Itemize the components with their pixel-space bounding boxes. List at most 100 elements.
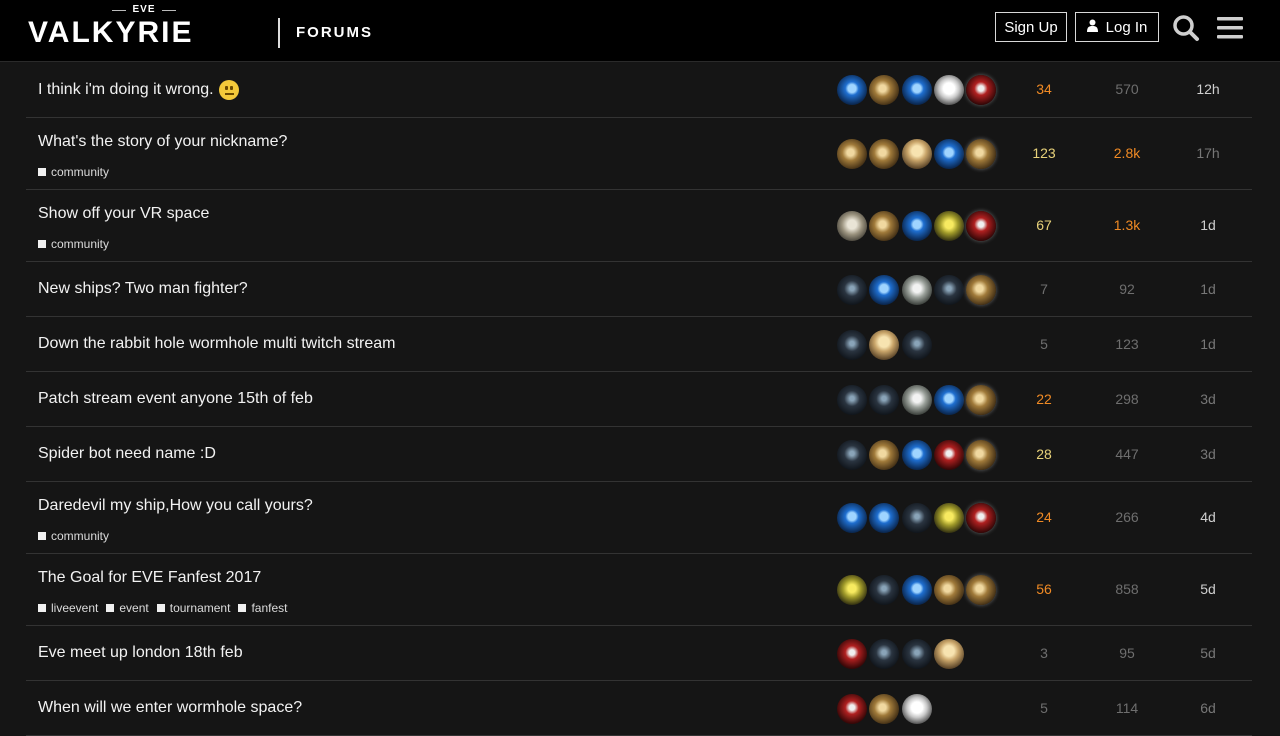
last-activity[interactable]: 1d <box>1178 281 1238 297</box>
poster-avatar[interactable] <box>933 274 964 305</box>
topic-title-link[interactable]: Spider bot need name :D <box>38 445 216 463</box>
tag-fanfest[interactable]: fanfest <box>238 601 287 615</box>
poster-avatar[interactable] <box>901 384 932 415</box>
poster-avatar[interactable] <box>901 274 932 305</box>
last-activity[interactable]: 5d <box>1178 645 1238 661</box>
tag-community[interactable]: community <box>38 529 109 543</box>
topic-row[interactable]: When will we enter wormhole space? 5 114 6d <box>26 681 1252 736</box>
poster-avatar[interactable] <box>933 139 964 169</box>
poster-avatar[interactable] <box>901 211 932 241</box>
poster-avatar[interactable] <box>966 503 997 533</box>
poster-avatar[interactable] <box>837 274 867 305</box>
poster-avatar[interactable] <box>933 638 964 669</box>
poster-avatar[interactable] <box>837 211 867 241</box>
topic-row[interactable]: Daredevil my ship,How you call yours? com… <box>26 482 1252 554</box>
menu-icon[interactable] <box>1216 15 1244 41</box>
poster-avatar[interactable] <box>966 75 997 105</box>
topic-title-link[interactable]: What's the story of your nickname? <box>38 133 287 151</box>
poster-avatar[interactable] <box>901 503 932 533</box>
poster-avatar[interactable] <box>901 439 932 470</box>
last-activity[interactable]: 4d <box>1178 509 1238 525</box>
poster-avatar[interactable] <box>837 638 867 669</box>
topic-title-link[interactable]: The Goal for EVE Fanfest 2017 <box>38 569 261 587</box>
poster-avatar[interactable] <box>933 439 964 470</box>
poster-avatar[interactable] <box>869 439 900 470</box>
tag-tournament[interactable]: tournament <box>156 601 231 615</box>
topic-row[interactable]: New ships? Two man fighter? 7 92 1d <box>26 262 1252 317</box>
poster-avatar[interactable] <box>901 329 932 360</box>
sign-up-button[interactable]: Sign Up <box>995 12 1067 42</box>
tag-community[interactable]: community <box>38 165 109 179</box>
logo-forums-text[interactable]: FORUMS <box>296 24 373 41</box>
poster-avatar[interactable] <box>901 139 932 169</box>
last-activity[interactable]: 12h <box>1178 81 1238 97</box>
poster-avatar[interactable] <box>966 439 997 470</box>
last-activity[interactable]: 6d <box>1178 700 1238 716</box>
poster-avatar[interactable] <box>933 75 964 105</box>
poster-avatar[interactable] <box>966 139 997 169</box>
poster-avatar[interactable] <box>837 329 867 360</box>
poster-avatar[interactable] <box>869 693 900 724</box>
topic-title-link[interactable]: New ships? Two man fighter? <box>38 280 248 298</box>
topic-row[interactable]: The Goal for EVE Fanfest 2017 liveevent ev… <box>26 554 1252 626</box>
poster-avatar[interactable] <box>837 384 867 415</box>
poster-avatar[interactable] <box>869 329 900 360</box>
poster-avatar[interactable] <box>933 575 964 605</box>
topic-title-link[interactable]: When will we enter wormhole space? <box>38 699 302 717</box>
poster-avatar[interactable] <box>837 439 867 470</box>
poster-avatar[interactable] <box>837 503 867 533</box>
last-activity[interactable]: 17h <box>1178 145 1238 161</box>
tag-label: tournament <box>169 601 231 615</box>
tag-event[interactable]: event <box>106 601 149 615</box>
last-activity[interactable]: 5d <box>1178 581 1238 597</box>
last-activity[interactable]: 3d <box>1178 391 1238 407</box>
view-count: 1.3k <box>1113 217 1141 233</box>
log-in-button[interactable]: Log In <box>1075 12 1159 42</box>
search-icon[interactable] <box>1172 14 1200 42</box>
poster-avatar[interactable] <box>933 384 964 415</box>
last-activity[interactable]: 1d <box>1178 336 1238 352</box>
poster-avatar[interactable] <box>869 503 900 533</box>
poster-avatar[interactable] <box>837 139 867 169</box>
poster-avatar[interactable] <box>966 274 997 305</box>
last-activity[interactable]: 3d <box>1178 446 1238 462</box>
topic-title-link[interactable]: I think i'm doing it wrong. <box>38 80 239 100</box>
poster-avatar[interactable] <box>837 575 867 605</box>
poster-avatar[interactable] <box>837 75 867 105</box>
poster-avatar[interactable] <box>966 384 997 415</box>
topic-title-link[interactable]: Daredevil my ship,How you call yours? <box>38 497 313 515</box>
topic-row[interactable]: Patch stream event anyone 15th of feb 22 2… <box>26 372 1252 427</box>
poster-avatar[interactable] <box>869 575 900 605</box>
poster-avatar[interactable] <box>901 575 932 605</box>
topic-title-link[interactable]: Down the rabbit hole wormhole multi twit… <box>38 335 395 353</box>
poster-avatar[interactable] <box>869 274 900 305</box>
logo-valkyrie-text: VALKYRIE <box>28 16 194 49</box>
last-activity[interactable]: 1d <box>1178 217 1238 233</box>
view-count: 266 <box>1115 509 1139 525</box>
poster-avatar[interactable] <box>869 139 900 169</box>
poster-avatar[interactable] <box>966 211 997 241</box>
topic-title-link[interactable]: Patch stream event anyone 15th of feb <box>38 390 313 408</box>
poster-avatar[interactable] <box>901 638 932 669</box>
topic-row[interactable]: Eve meet up london 18th feb 3 95 5d <box>26 626 1252 681</box>
poster-avatar[interactable] <box>869 638 900 669</box>
poster-avatar[interactable] <box>966 575 997 605</box>
reply-count: 3 <box>1040 644 1048 661</box>
topic-row[interactable]: I think i'm doing it wrong. 34 570 12h <box>26 62 1252 118</box>
poster-avatar[interactable] <box>869 75 900 105</box>
topic-title-link[interactable]: Eve meet up london 18th feb <box>38 644 243 662</box>
poster-avatar[interactable] <box>901 693 932 724</box>
topic-row[interactable]: Spider bot need name :D 28 447 3d <box>26 427 1252 482</box>
tag-liveevent[interactable]: liveevent <box>38 601 98 615</box>
poster-avatar[interactable] <box>869 211 900 241</box>
poster-avatar[interactable] <box>933 211 964 241</box>
tag-community[interactable]: community <box>38 237 109 251</box>
poster-avatar[interactable] <box>869 384 900 415</box>
topic-row[interactable]: What's the story of your nickname? commun… <box>26 118 1252 190</box>
topic-row[interactable]: Show off your VR space community 67 1.3k 1d <box>26 190 1252 262</box>
poster-avatar[interactable] <box>933 503 964 533</box>
poster-avatar[interactable] <box>837 693 867 724</box>
poster-avatar[interactable] <box>901 75 932 105</box>
topic-title-link[interactable]: Show off your VR space <box>38 205 209 223</box>
topic-row[interactable]: Down the rabbit hole wormhole multi twit… <box>26 317 1252 372</box>
